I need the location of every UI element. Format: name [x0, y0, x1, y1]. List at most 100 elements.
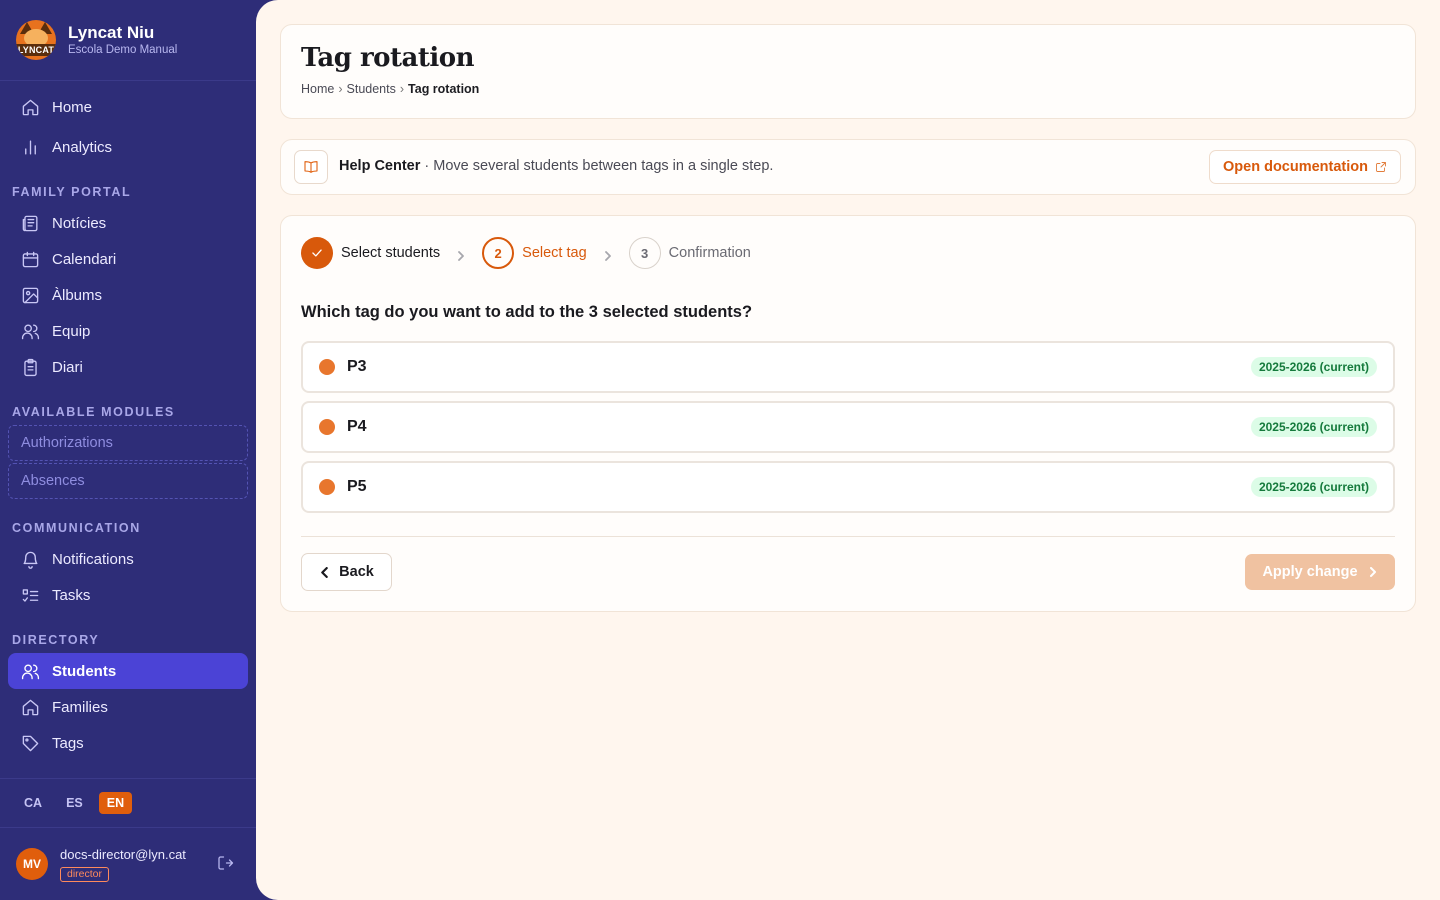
- section-family-portal: FAMILY PORTAL: [12, 185, 132, 199]
- open-documentation-label: Open documentation: [1223, 159, 1368, 175]
- school-app-name: Lyncat Niu: [68, 23, 155, 42]
- newspaper-icon: [20, 213, 40, 233]
- tag-name: P3: [347, 358, 367, 375]
- external-link-icon: [1376, 162, 1386, 172]
- apply-label: Apply change: [1262, 564, 1358, 580]
- school-name: Escola Demo Manual: [68, 44, 178, 56]
- lang-en-button[interactable]: EN: [98, 792, 133, 814]
- step-3-label: Confirmation: [668, 245, 751, 261]
- tag-color-dot: [319, 359, 335, 375]
- lang-ca-button[interactable]: CA: [16, 792, 50, 814]
- breadcrumb-home[interactable]: Home: [301, 82, 334, 96]
- sidebar-item-label: Analytics: [52, 138, 113, 156]
- lang-es-button[interactable]: ES: [58, 792, 91, 814]
- book-icon: [294, 150, 328, 184]
- sidebar-item-notifications[interactable]: Notifications: [8, 541, 248, 577]
- sidebar-item-home[interactable]: Home: [8, 89, 248, 125]
- sidebar-item-students[interactable]: Students: [8, 653, 248, 689]
- sidebar-item-albums[interactable]: Àlbums: [8, 277, 248, 313]
- sidebar-item-analytics[interactable]: Analytics: [8, 129, 248, 165]
- bar-chart-icon: [20, 137, 40, 157]
- tag-color-dot: [319, 479, 335, 495]
- chevron-right-icon: [1369, 567, 1376, 577]
- step-3-number: 3: [628, 237, 661, 269]
- sidebar-item-families[interactable]: Families: [8, 689, 248, 725]
- sidebar-item-label: Àlbums: [52, 286, 103, 304]
- sidebar-item-label: Families: [52, 698, 108, 716]
- back-button[interactable]: Back: [301, 553, 392, 591]
- logout-icon[interactable]: [216, 854, 236, 874]
- school-year-badge: 2025-2026 (current): [1250, 477, 1377, 497]
- home-icon: [20, 97, 40, 117]
- sidebar-item-tags[interactable]: Tags: [8, 725, 248, 761]
- brand-header[interactable]: LYNCAT Lyncat Niu Escola Demo Manual: [0, 0, 256, 81]
- sidebar-item-label: Students: [52, 662, 117, 680]
- sidebar-item-label: Notícies: [52, 214, 107, 232]
- breadcrumb-current: Tag rotation: [408, 82, 480, 96]
- chevron-right-icon: [456, 248, 466, 261]
- tag-name: P4: [347, 418, 367, 435]
- step-2-number: 2: [482, 237, 515, 269]
- help-title: Help Center: [339, 158, 421, 174]
- sidebar-item-label: Tasks: [52, 586, 91, 604]
- school-year-badge: 2025-2026 (current): [1250, 417, 1377, 437]
- step-2-label: Select tag: [522, 245, 587, 261]
- user-email: docs-director@lyn.cat: [60, 846, 186, 862]
- school-year-badge: 2025-2026 (current): [1250, 357, 1377, 377]
- breadcrumb-separator: ›: [338, 82, 343, 96]
- sidebar-item-label: Calendari: [52, 250, 117, 268]
- sidebar-item-diari[interactable]: Diari: [8, 349, 248, 385]
- bell-icon: [20, 549, 40, 569]
- back-label: Back: [339, 564, 374, 580]
- apply-change-button[interactable]: Apply change: [1245, 554, 1395, 590]
- breadcrumb: Home › Students › Tag rotation: [301, 82, 479, 96]
- lyncat-logo: LYNCAT: [16, 20, 56, 60]
- main-content: Tag rotation Home › Students › Tag rotat…: [256, 0, 1440, 900]
- chevron-left-icon: [321, 566, 328, 578]
- image-icon: [20, 285, 40, 305]
- module-absences[interactable]: Absences: [8, 463, 248, 499]
- step-1-complete: [301, 237, 333, 269]
- sidebar-item-label: Equip: [52, 322, 91, 340]
- module-authorizations[interactable]: Authorizations: [8, 425, 248, 461]
- role-badge: director: [60, 866, 110, 882]
- sidebar-item-noticies[interactable]: Notícies: [8, 205, 248, 241]
- divider: [301, 536, 1395, 537]
- language-switcher: CA ES EN: [0, 778, 256, 828]
- calendar-icon: [20, 249, 40, 269]
- tag-name: P5: [347, 478, 367, 495]
- task-list-icon: [20, 585, 40, 605]
- clipboard-icon: [20, 357, 40, 377]
- tag-question: Which tag do you want to add to the 3 se…: [301, 303, 753, 321]
- breadcrumb-separator: ›: [399, 82, 405, 96]
- tag-option-p4[interactable]: P4 2025-2026 (current): [301, 401, 1395, 453]
- home-icon: [20, 697, 40, 717]
- sidebar-item-tasks[interactable]: Tasks: [8, 577, 248, 613]
- tag-color-dot: [319, 419, 335, 435]
- sidebar-item-label: Home: [52, 98, 93, 116]
- sidebar-item-label: Notifications: [52, 550, 134, 568]
- section-available-modules: AVAILABLE MODULES: [12, 405, 175, 419]
- breadcrumb-students[interactable]: Students: [347, 82, 396, 96]
- page-header: Tag rotation Home › Students › Tag rotat…: [280, 24, 1416, 119]
- sidebar-item-label: Tags: [52, 734, 84, 752]
- section-communication: COMMUNICATION: [12, 521, 141, 535]
- page-title: Tag rotation: [301, 43, 474, 73]
- users-icon: [20, 661, 40, 681]
- tag-option-p5[interactable]: P5 2025-2026 (current): [301, 461, 1395, 513]
- step-1-label: Select students: [341, 245, 441, 261]
- tag-icon: [20, 733, 40, 753]
- sidebar-item-label: Diari: [52, 358, 83, 376]
- help-description: · Move several students between tags in …: [420, 158, 774, 174]
- help-text: Help Center · Move several students betw…: [339, 158, 773, 174]
- avatar[interactable]: MV: [16, 848, 48, 880]
- tag-option-p3[interactable]: P3 2025-2026 (current): [301, 341, 1395, 393]
- sidebar-item-equip[interactable]: Equip: [8, 313, 248, 349]
- user-profile: MV docs-director@lyn.cat director: [0, 828, 256, 900]
- tag-rotation-wizard: Select students 2 Select tag 3 Confirmat…: [280, 215, 1416, 612]
- section-directory: DIRECTORY: [12, 633, 100, 647]
- users-icon: [20, 321, 40, 341]
- open-documentation-button[interactable]: Open documentation: [1209, 150, 1401, 184]
- sidebar-item-calendari[interactable]: Calendari: [8, 241, 248, 277]
- help-banner: Help Center · Move several students betw…: [280, 139, 1416, 195]
